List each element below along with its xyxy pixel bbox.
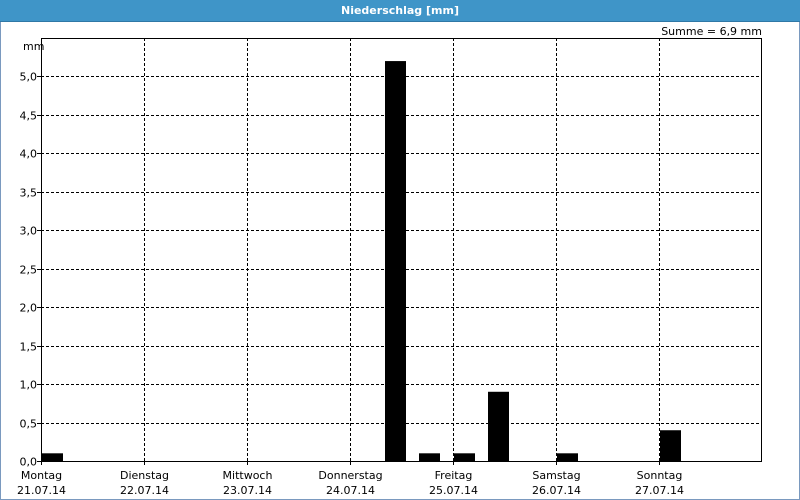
x-date-label: 26.07.14 <box>532 484 581 497</box>
bars <box>42 61 681 462</box>
x-date-label: 27.07.14 <box>635 484 684 497</box>
x-day-label: Sonntag <box>637 469 683 482</box>
y-tick-label: 1,0 <box>20 379 38 392</box>
precipitation-bar <box>488 391 509 461</box>
x-date-label: 21.07.14 <box>17 484 66 497</box>
x-day-label: Mittwoch <box>223 469 273 482</box>
x-date-label: 24.07.14 <box>326 484 375 497</box>
precipitation-chart: 0,0 0,5 1,0 1,5 2,0 2,5 3,0 3,5 4,0 4,5 5,0 Montag 2… <box>17 25 762 497</box>
precipitation-bar <box>42 453 63 461</box>
x-day-label: Dienstag <box>120 469 169 482</box>
precipitation-bar <box>557 453 578 461</box>
y-tick-label: 5,0 <box>20 71 38 84</box>
y-tick-label: 0,5 <box>20 418 38 431</box>
sum-annotation: Summe = 6,9 mm <box>661 25 762 38</box>
y-tick-label: 1,5 <box>20 341 38 354</box>
y-tick-label: 3,0 <box>20 225 38 238</box>
y-tick-label: 0,0 <box>20 456 38 469</box>
precipitation-bar <box>660 430 681 461</box>
precipitation-bar <box>385 61 406 462</box>
x-date-label: 25.07.14 <box>429 484 478 497</box>
precipitation-bar <box>454 453 475 461</box>
y-tick-label: 2,0 <box>20 302 38 315</box>
x-date-label: 22.07.14 <box>120 484 169 497</box>
x-day-label: Montag <box>21 469 62 482</box>
y-tick-label: 3,5 <box>20 187 38 200</box>
y-tick-label: 2,5 <box>20 264 38 277</box>
x-date-label: 23.07.14 <box>223 484 272 497</box>
x-day-label: Donnerstag <box>318 469 382 482</box>
y-axis-label: mm <box>23 40 44 53</box>
precipitation-bar <box>419 453 440 461</box>
x-day-label: Samstag <box>532 469 580 482</box>
x-day-label: Freitag <box>435 469 473 482</box>
y-tick-label: 4,0 <box>20 148 38 161</box>
y-tick-label: 4,5 <box>20 110 38 123</box>
